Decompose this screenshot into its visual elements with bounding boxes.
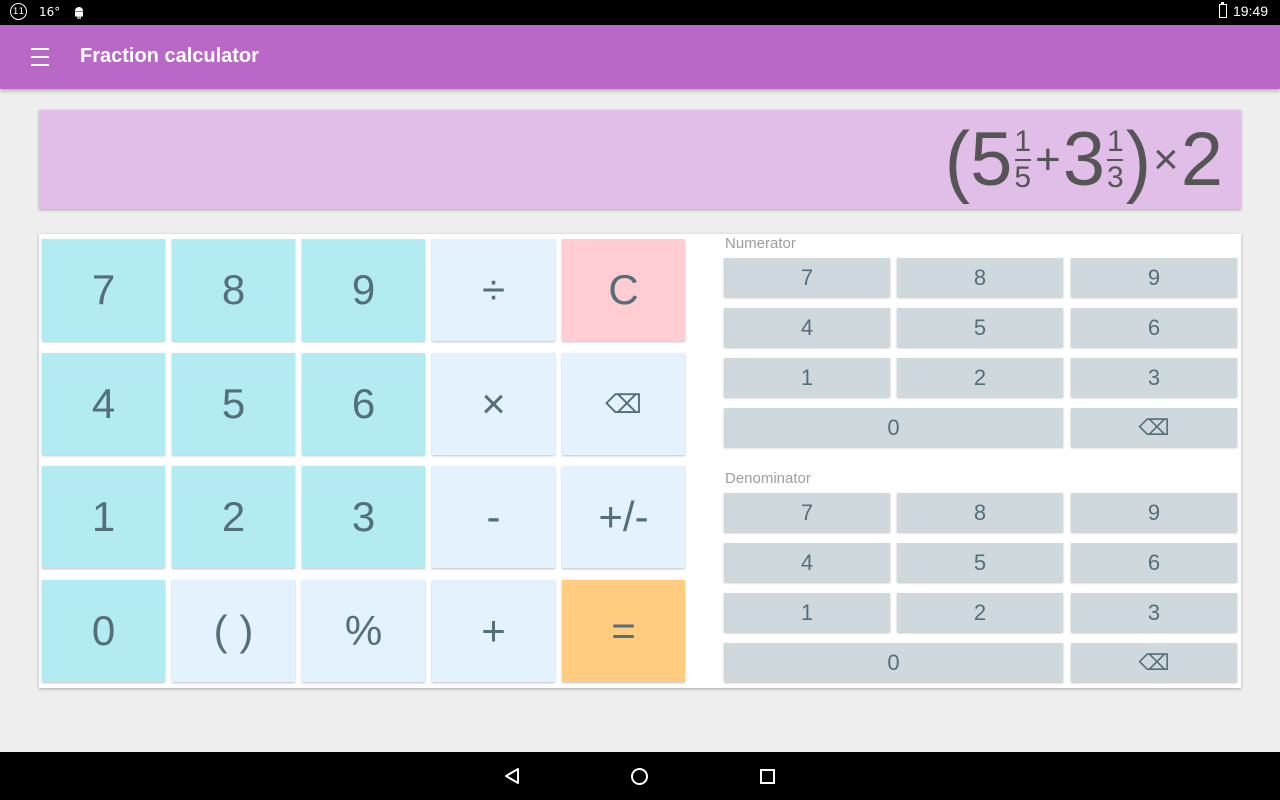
denominator-key-2[interactable]: 2 (897, 593, 1063, 632)
expression: ( 5 1 5 + 3 1 3 ) × 2 (945, 115, 1223, 204)
close-paren: ) (1125, 115, 1152, 205)
numerator-key-1[interactable]: 1 (724, 358, 890, 397)
denominator-key-1[interactable]: 1 (724, 593, 890, 632)
fraction-1-denominator: 5 (1014, 161, 1032, 194)
numerator-key-2[interactable]: 2 (897, 358, 1063, 397)
numerator-backspace-button[interactable]: ⌫ (1071, 408, 1237, 447)
plus-operator: + (1035, 135, 1061, 184)
denominator-key-0[interactable]: 0 (724, 643, 1063, 682)
plus-button[interactable]: + (432, 580, 555, 682)
multiply-button[interactable]: × (432, 353, 555, 455)
navigation-bar (0, 752, 1280, 800)
key-7[interactable]: 7 (42, 239, 165, 341)
key-1[interactable]: 1 (42, 466, 165, 568)
key-6[interactable]: 6 (302, 353, 425, 455)
expression-display: ( 5 1 5 + 3 1 3 ) × 2 (39, 110, 1241, 209)
fraction-2-denominator: 3 (1107, 161, 1124, 194)
denominator-key-7[interactable]: 7 (724, 493, 890, 532)
app-title: Fraction calculator (80, 45, 259, 67)
numerator-key-7[interactable]: 7 (724, 258, 890, 297)
numerator-key-5[interactable]: 5 (897, 308, 1063, 347)
backspace-button[interactable]: ⌫ (562, 353, 685, 455)
key-2[interactable]: 2 (172, 466, 295, 568)
denominator-key-6[interactable]: 6 (1071, 543, 1237, 582)
numerator-key-0[interactable]: 0 (724, 408, 1063, 447)
denominator-key-4[interactable]: 4 (724, 543, 890, 582)
key-4[interactable]: 4 (42, 353, 165, 455)
denominator-key-5[interactable]: 5 (897, 543, 1063, 582)
denominator-key-8[interactable]: 8 (897, 493, 1063, 532)
denominator-label: Denominator (725, 470, 811, 487)
denominator-key-9[interactable]: 9 (1071, 493, 1237, 532)
key-9[interactable]: 9 (302, 239, 425, 341)
multiply-operator: × (1153, 135, 1179, 184)
equals-button[interactable]: = (562, 580, 685, 682)
numerator-key-8[interactable]: 8 (897, 258, 1063, 297)
android-icon (75, 6, 84, 19)
denominator-backspace-button[interactable]: ⌫ (1071, 643, 1237, 682)
percent-button[interactable]: % (302, 580, 425, 682)
recents-icon[interactable] (760, 769, 775, 784)
key-0[interactable]: 0 (42, 580, 165, 682)
app-bar: Fraction calculator (0, 25, 1280, 89)
divide-button[interactable]: ÷ (432, 239, 555, 341)
denominator-key-3[interactable]: 3 (1071, 593, 1237, 632)
numerator-key-9[interactable]: 9 (1071, 258, 1237, 297)
key-8[interactable]: 8 (172, 239, 295, 341)
home-icon[interactable] (631, 768, 648, 785)
sign-toggle-button[interactable]: +/- (562, 466, 685, 568)
hamburger-menu-icon[interactable] (22, 45, 58, 69)
fraction-2-numerator: 1 (1107, 125, 1124, 158)
whole-number-2: 3 (1062, 117, 1106, 202)
temperature-text: 16° (39, 4, 61, 19)
fraction-1: 1 5 (1014, 127, 1031, 193)
clock-time: 19:49 (1232, 3, 1268, 19)
fraction-1-numerator: 1 (1014, 125, 1032, 158)
numerator-label: Numerator (725, 235, 796, 252)
key-5[interactable]: 5 (172, 353, 295, 455)
numerator-key-6[interactable]: 6 (1071, 308, 1237, 347)
clear-button[interactable]: C (562, 239, 685, 341)
status-bar: 11 16° 19:49 (0, 0, 1280, 25)
parentheses-button[interactable]: ( ) (172, 580, 295, 682)
open-paren: ( (944, 115, 971, 205)
whole-number-1: 5 (970, 117, 1013, 202)
numerator-key-4[interactable]: 4 (724, 308, 890, 347)
key-3[interactable]: 3 (302, 466, 425, 568)
keypad-panel: 7 8 9 ÷ C 4 5 6 × ⌫ 1 2 3 - +/- 0 ( ) % … (39, 234, 1241, 688)
back-icon[interactable] (503, 767, 521, 785)
notification-count-icon: 11 (10, 3, 27, 20)
minus-button[interactable]: - (432, 466, 555, 568)
battery-charging-icon (1218, 2, 1227, 18)
fraction-2: 1 3 (1107, 127, 1124, 193)
numerator-key-3[interactable]: 3 (1071, 358, 1237, 397)
number-3: 2 (1180, 117, 1223, 202)
